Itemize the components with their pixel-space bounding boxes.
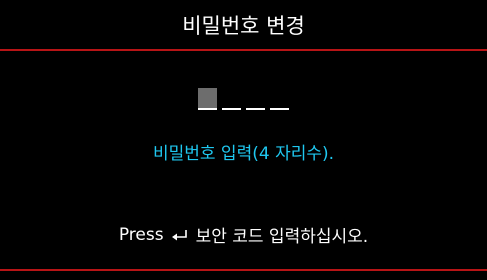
pin-slot-1[interactable] <box>198 88 217 110</box>
password-change-dialog: 비밀번호 변경 비밀번호 입력(4 자리수). Press 보안 코드 입력하십… <box>0 0 487 280</box>
pin-slot-2[interactable] <box>222 108 241 110</box>
pin-instruction: 비밀번호 입력(4 자리수). <box>152 144 335 164</box>
bottom-divider <box>0 269 487 271</box>
press-label: Press <box>118 224 164 245</box>
pin-slot-3[interactable] <box>246 108 265 110</box>
pin-slot-4[interactable] <box>270 108 289 110</box>
key-hint: Press 보안 코드 입력하십시오. <box>0 222 487 248</box>
pin-entry[interactable] <box>0 84 487 110</box>
title-divider <box>0 49 487 51</box>
hint-action-text: 보안 코드 입력하십시오. <box>195 227 369 247</box>
enter-icon <box>170 228 190 242</box>
dialog-title: 비밀번호 변경 <box>182 14 305 38</box>
